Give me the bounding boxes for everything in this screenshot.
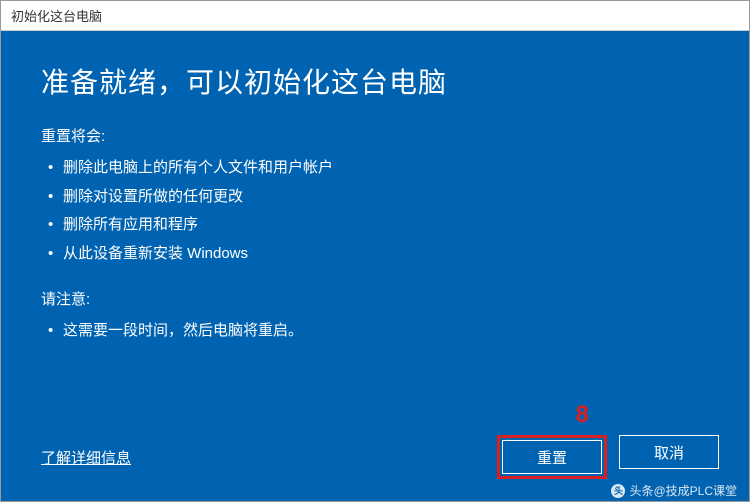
footer: 了解详细信息 重置 取消 <box>41 435 719 479</box>
list-item: 删除此电脑上的所有个人文件和用户帐户 <box>41 154 709 183</box>
watermark-icon: 头 <box>611 484 625 498</box>
highlight-box: 重置 <box>497 435 607 479</box>
annotation-number: 8 <box>576 401 589 429</box>
reset-items-list: 删除此电脑上的所有个人文件和用户帐户 删除对设置所做的任何更改 删除所有应用和程… <box>41 154 709 268</box>
learn-more-link[interactable]: 了解详细信息 <box>41 447 131 468</box>
watermark: 头 头条@技成PLC课堂 <box>611 482 737 499</box>
dialog-window: 初始化这台电脑 准备就绪，可以初始化这台电脑 重置将会: 删除此电脑上的所有个人… <box>0 0 750 502</box>
cancel-button[interactable]: 取消 <box>619 435 719 469</box>
list-item: 这需要一段时间，然后电脑将重启。 <box>41 317 709 346</box>
button-group: 重置 取消 <box>497 435 719 479</box>
page-heading: 准备就绪，可以初始化这台电脑 <box>41 61 709 101</box>
reset-button[interactable]: 重置 <box>502 440 602 474</box>
window-title: 初始化这台电脑 <box>11 6 102 25</box>
note-section-label: 请注意: <box>41 288 709 309</box>
list-item: 删除所有应用和程序 <box>41 211 709 240</box>
list-item: 删除对设置所做的任何更改 <box>41 183 709 212</box>
reset-section-label: 重置将会: <box>41 125 709 146</box>
watermark-text: 头条@技成PLC课堂 <box>629 482 737 499</box>
content-area: 准备就绪，可以初始化这台电脑 重置将会: 删除此电脑上的所有个人文件和用户帐户 … <box>1 31 749 501</box>
list-item: 从此设备重新安装 Windows <box>41 240 709 269</box>
title-bar: 初始化这台电脑 <box>1 1 749 31</box>
note-items-list: 这需要一段时间，然后电脑将重启。 <box>41 317 709 346</box>
